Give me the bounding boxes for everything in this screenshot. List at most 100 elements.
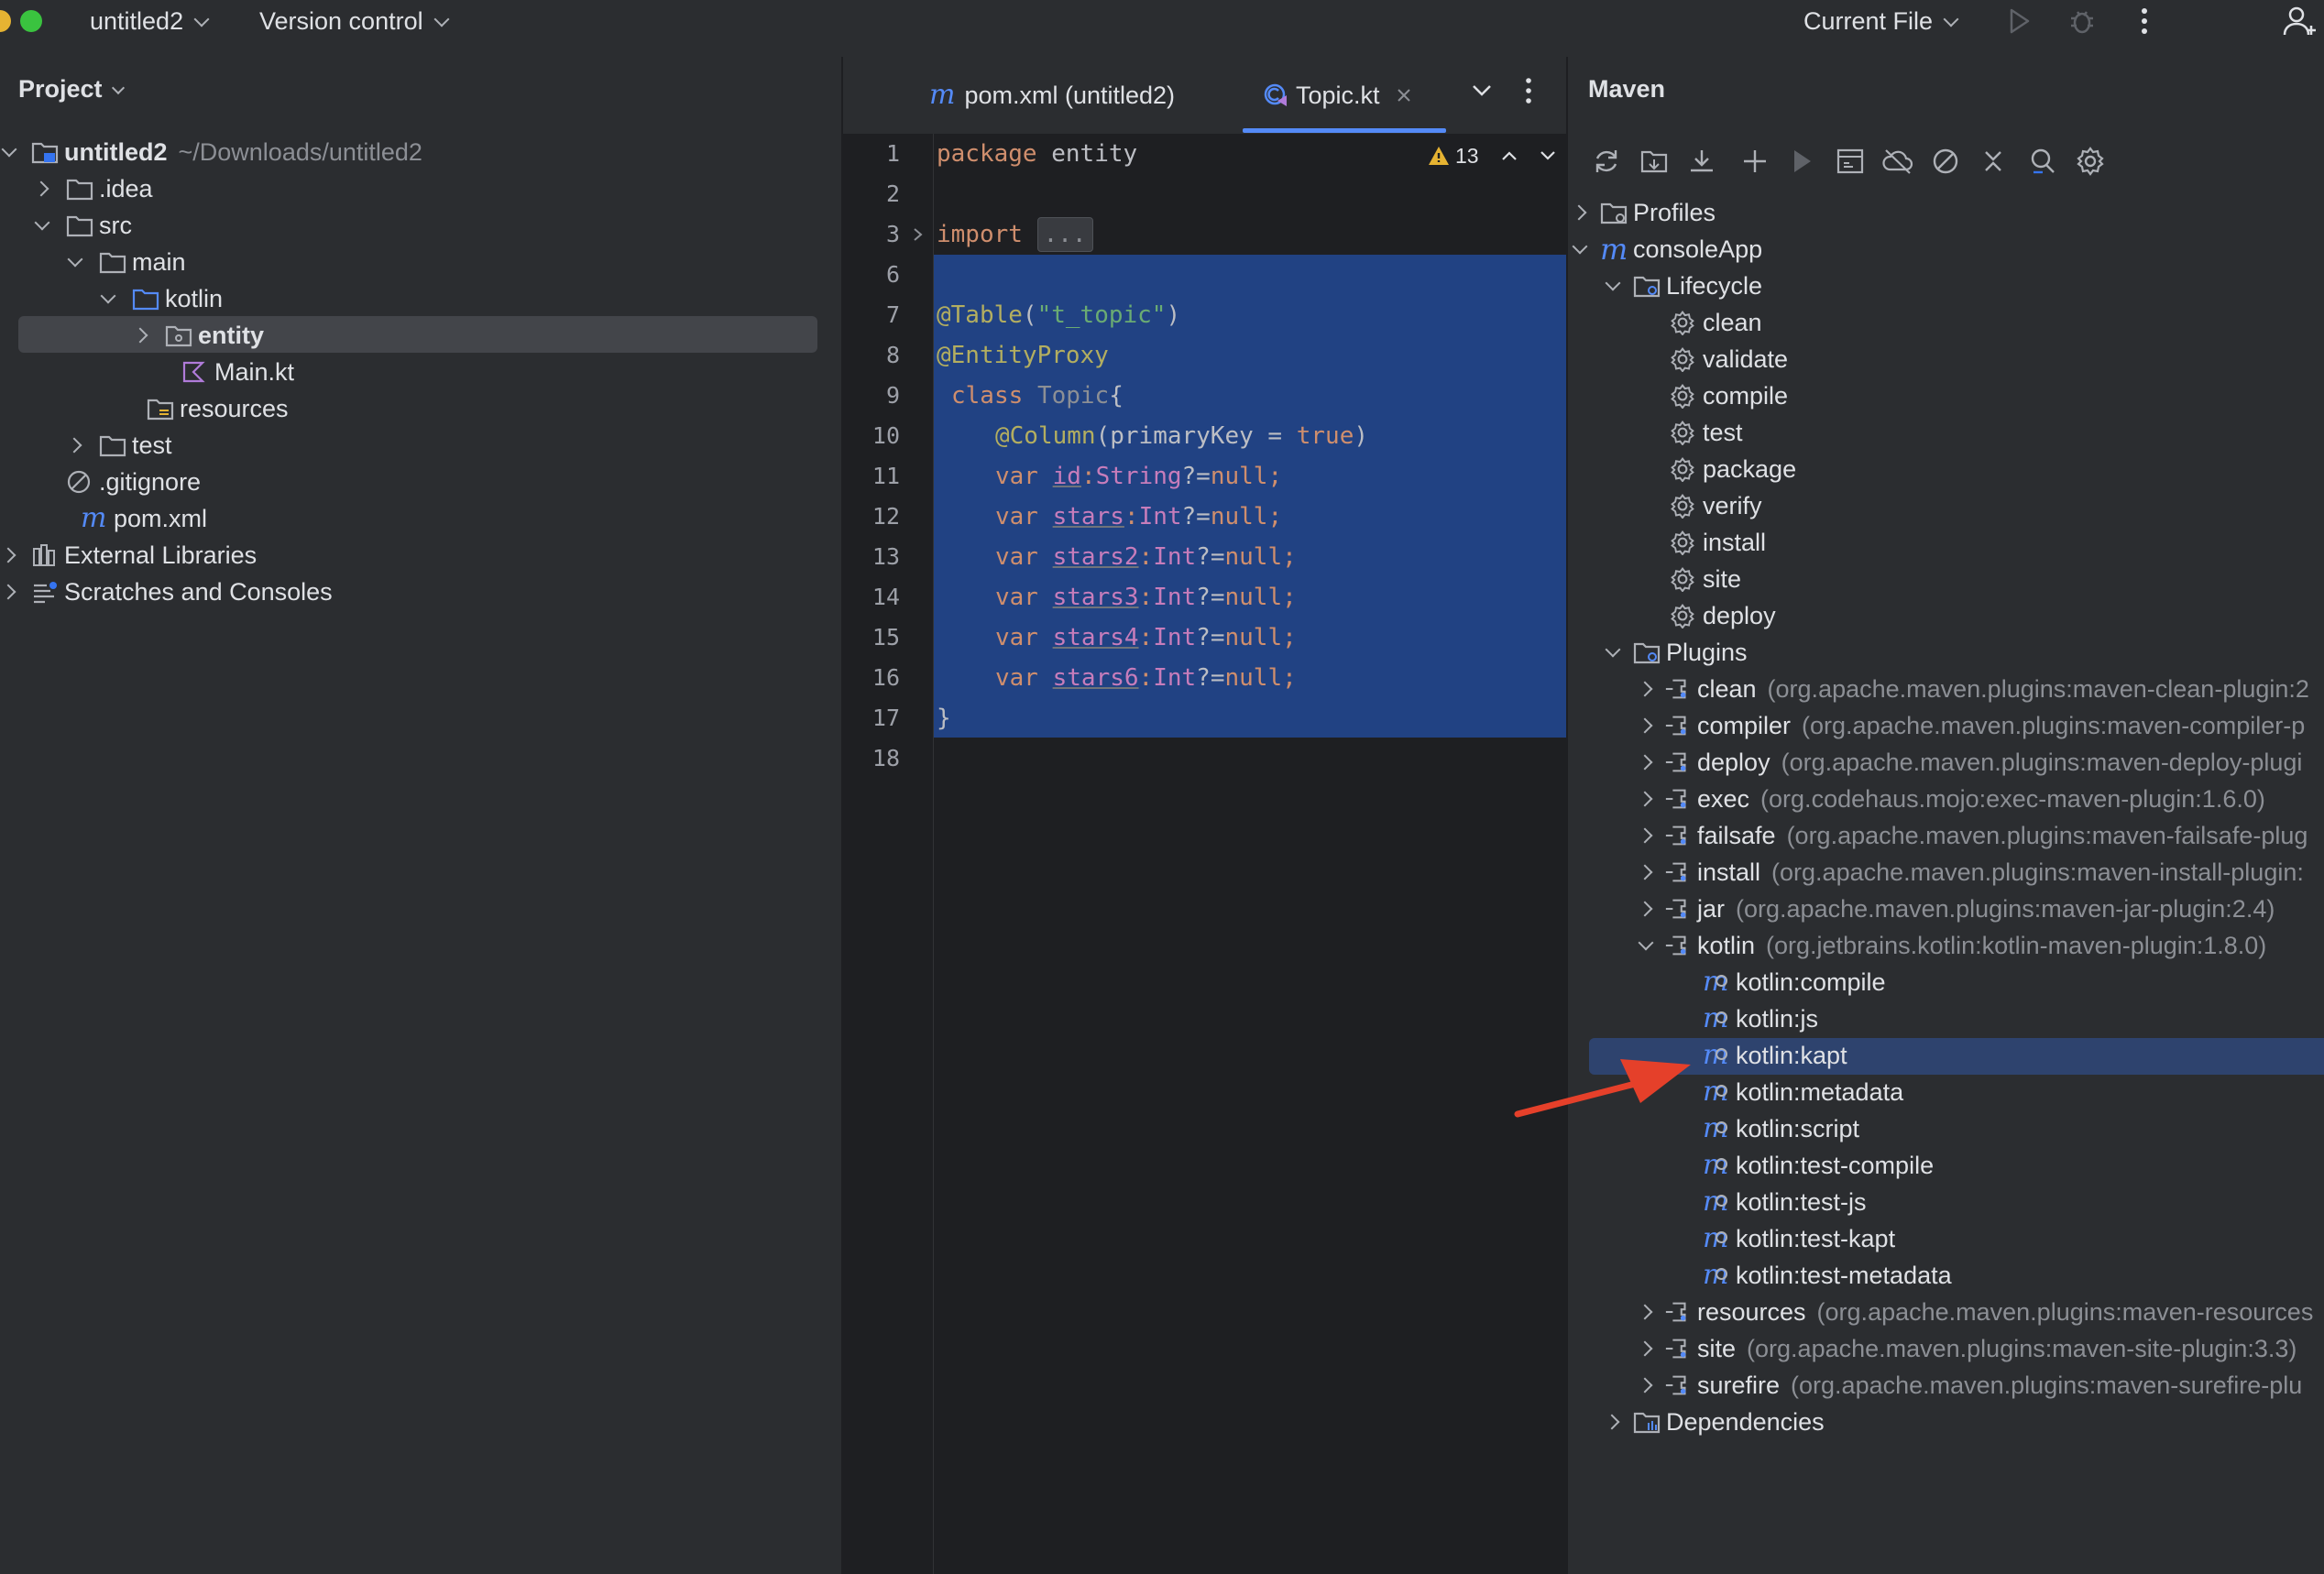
tree-row-main-kt[interactable]: Main.kt bbox=[167, 354, 294, 390]
tree-row-gitignore[interactable]: .gitignore bbox=[51, 464, 201, 500]
tree-row-idea[interactable]: .idea bbox=[35, 170, 153, 207]
lifecycle-phase-validate[interactable]: validate bbox=[1670, 341, 1788, 377]
debug-icon[interactable] bbox=[2064, 2, 2100, 40]
collapse-arrow-icon[interactable] bbox=[101, 280, 115, 317]
tree-row-test[interactable]: test bbox=[68, 427, 172, 464]
tab-more-icon[interactable] bbox=[1525, 77, 1532, 109]
tree-row-src[interactable]: src bbox=[35, 207, 132, 244]
collapse-arrow-icon[interactable] bbox=[35, 207, 49, 244]
lifecycle-phase-test[interactable]: test bbox=[1670, 414, 1743, 451]
maven-row-profiles[interactable]: Profiles bbox=[1573, 194, 1716, 231]
tab-list-chevron-icon[interactable] bbox=[1472, 84, 1492, 102]
goal-row-kotlin-test-compile[interactable]: m kotlin:test-compile bbox=[1703, 1147, 1934, 1184]
expand-arrow-icon[interactable] bbox=[2, 537, 16, 574]
plugin-row-surefire[interactable]: surefire (org.apache.maven.plugins:maven-… bbox=[1639, 1367, 2302, 1404]
maven-settings-icon[interactable] bbox=[2074, 145, 2107, 178]
project-panel-title[interactable]: Project bbox=[18, 75, 125, 104]
tree-row-main[interactable]: main bbox=[68, 244, 186, 280]
next-highlight-icon[interactable] bbox=[1540, 150, 1556, 161]
tree-row-pom[interactable]: m pom.xml bbox=[51, 500, 207, 537]
plugin-row-install[interactable]: install (org.apache.maven.plugins:maven-i… bbox=[1639, 854, 2304, 891]
expand-arrow-icon[interactable] bbox=[1639, 854, 1653, 891]
tab-pom-xml[interactable]: m pom.xml (untitled2) bbox=[929, 77, 1175, 114]
lifecycle-phase-verify[interactable]: verify bbox=[1670, 487, 1762, 524]
maven-row-lifecycle[interactable]: Lifecycle bbox=[1606, 268, 1762, 304]
tree-row-resources[interactable]: resources bbox=[117, 390, 289, 427]
offline-mode-icon[interactable] bbox=[1881, 145, 1914, 178]
lifecycle-phase-compile[interactable]: compile bbox=[1670, 377, 1788, 414]
run-icon[interactable] bbox=[2001, 2, 2038, 40]
expand-arrow-icon[interactable] bbox=[68, 427, 82, 464]
expand-arrow-icon[interactable] bbox=[1639, 744, 1653, 781]
collapse-arrow-icon[interactable] bbox=[1639, 927, 1653, 964]
tab-topic-kt[interactable]: Topic.kt bbox=[1263, 77, 1411, 114]
more-options-icon[interactable] bbox=[2126, 2, 2163, 40]
execute-goal-icon[interactable] bbox=[1834, 145, 1867, 178]
lifecycle-phase-clean[interactable]: clean bbox=[1670, 304, 1762, 341]
run-config-selector[interactable]: Current File bbox=[1803, 5, 1959, 37]
expand-arrow-icon[interactable] bbox=[1639, 1367, 1653, 1404]
maven-row-dependencies[interactable]: Dependencies bbox=[1606, 1404, 1825, 1440]
goal-row-kotlin-test-js[interactable]: m kotlin:test-js bbox=[1703, 1184, 1867, 1220]
window-maximize-dot[interactable] bbox=[20, 10, 42, 32]
expand-arrow-icon[interactable] bbox=[1639, 891, 1653, 927]
previous-highlight-icon[interactable] bbox=[1501, 150, 1518, 161]
inspection-widget[interactable]: 13 bbox=[1428, 137, 1556, 174]
goal-row-kotlin-js[interactable]: m kotlin:js bbox=[1703, 1000, 1818, 1037]
collapse-arrow-icon[interactable] bbox=[1573, 231, 1587, 268]
collapse-arrow-icon[interactable] bbox=[1606, 634, 1620, 671]
tree-row-entity[interactable]: entity bbox=[134, 317, 264, 354]
lifecycle-phase-install[interactable]: install bbox=[1670, 524, 1766, 561]
expand-arrow-icon[interactable] bbox=[134, 317, 148, 354]
plugin-row-deploy[interactable]: deploy (org.apache.maven.plugins:maven-de… bbox=[1639, 744, 2302, 781]
goal-row-kotlin-compile[interactable]: m kotlin:compile bbox=[1703, 964, 1886, 1000]
plugin-row-resources[interactable]: resources (org.apache.maven.plugins:maven… bbox=[1639, 1294, 2313, 1330]
collapse-arrow-icon[interactable] bbox=[2, 134, 16, 170]
project-switcher[interactable]: untitled2 bbox=[90, 5, 210, 37]
plugin-row-clean[interactable]: clean (org.apache.maven.plugins:maven-cle… bbox=[1639, 671, 2309, 707]
goal-row-kotlin-test-kapt[interactable]: m kotlin:test-kapt bbox=[1703, 1220, 1895, 1257]
plugin-row-compiler[interactable]: compiler (org.apache.maven.plugins:maven-… bbox=[1639, 707, 2305, 744]
expand-arrow-icon[interactable] bbox=[2, 574, 16, 610]
plugin-row-jar[interactable]: jar (org.apache.maven.plugins:maven-jar-p… bbox=[1639, 891, 2275, 927]
collapse-arrow-icon[interactable] bbox=[1606, 268, 1620, 304]
close-tab-icon[interactable] bbox=[1397, 88, 1411, 103]
plugin-row-exec[interactable]: exec (org.codehaus.mojo:exec-maven-plugin… bbox=[1639, 781, 2265, 817]
expand-arrow-icon[interactable] bbox=[1639, 1294, 1653, 1330]
tree-row-untitled2[interactable]: untitled2 ~/Downloads/untitled2 bbox=[2, 134, 422, 170]
plugin-row-kotlin[interactable]: kotlin (org.jetbrains.kotlin:kotlin-maven… bbox=[1639, 927, 2266, 964]
lifecycle-phase-site[interactable]: site bbox=[1670, 561, 1741, 597]
collapse-arrow-icon[interactable] bbox=[68, 244, 82, 280]
download-icon[interactable] bbox=[1685, 145, 1718, 178]
skip-tests-icon[interactable] bbox=[1929, 145, 1962, 178]
add-icon[interactable] bbox=[1738, 145, 1771, 178]
plugin-row-failsafe[interactable]: failsafe (org.apache.maven.plugins:maven-… bbox=[1639, 817, 2308, 854]
expand-arrow-icon[interactable] bbox=[1573, 194, 1587, 231]
folded-imports[interactable]: ... bbox=[1036, 217, 1093, 252]
expand-arrow-icon[interactable] bbox=[1606, 1404, 1620, 1440]
maven-row-plugins[interactable]: Plugins bbox=[1606, 634, 1748, 671]
expand-arrow-icon[interactable] bbox=[35, 170, 49, 207]
tree-row-kotlin[interactable]: kotlin bbox=[101, 280, 223, 317]
lifecycle-phase-deploy[interactable]: deploy bbox=[1670, 597, 1776, 634]
vcs-menu[interactable]: Version control bbox=[259, 5, 450, 37]
goal-row-kotlin-script[interactable]: m kotlin:script bbox=[1703, 1110, 1859, 1147]
goal-row-kotlin-kapt[interactable]: m kotlin:kapt bbox=[1703, 1037, 1847, 1074]
generate-sources-icon[interactable] bbox=[1638, 145, 1671, 178]
expand-arrow-icon[interactable] bbox=[1639, 781, 1653, 817]
goal-row-kotlin-metadata[interactable]: m kotlin:metadata bbox=[1703, 1074, 1903, 1110]
tree-row-scratches[interactable]: Scratches and Consoles bbox=[2, 574, 333, 610]
collapse-all-icon[interactable] bbox=[1977, 145, 2010, 178]
tree-row-external-libraries[interactable]: External Libraries bbox=[2, 537, 257, 574]
expand-arrow-icon[interactable] bbox=[1639, 1330, 1653, 1367]
show-dependencies-icon[interactable] bbox=[2026, 145, 2059, 178]
lifecycle-phase-package[interactable]: package bbox=[1670, 451, 1796, 487]
expand-arrow-icon[interactable] bbox=[1639, 707, 1653, 744]
window-minimize-dot[interactable] bbox=[0, 10, 11, 32]
maven-row-project[interactable]: m consoleApp bbox=[1573, 231, 1762, 268]
plugin-row-site[interactable]: site (org.apache.maven.plugins:maven-site… bbox=[1639, 1330, 2297, 1367]
reload-icon[interactable] bbox=[1590, 145, 1623, 178]
add-user-icon[interactable] bbox=[2282, 2, 2319, 40]
expand-arrow-icon[interactable] bbox=[1639, 817, 1653, 854]
expand-arrow-icon[interactable] bbox=[1639, 671, 1653, 707]
